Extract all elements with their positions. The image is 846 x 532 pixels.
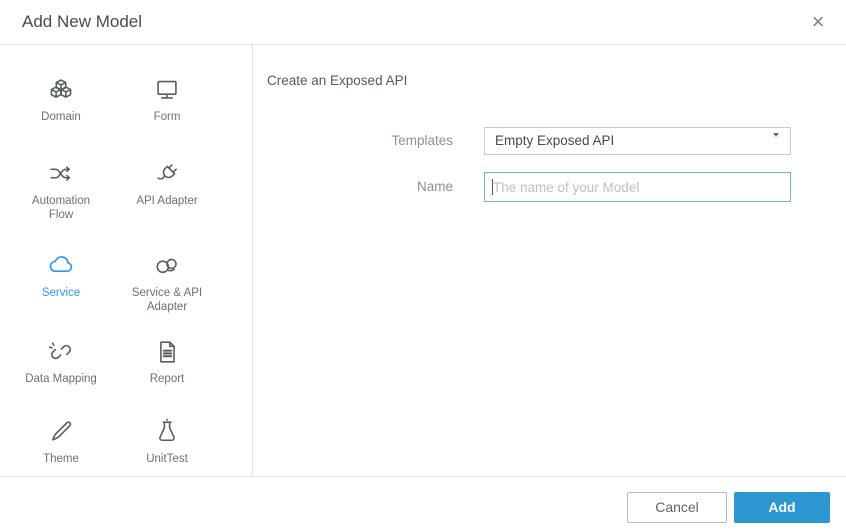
sidebar-item-api-adapter[interactable]: API Adapter [114, 159, 220, 251]
dialog-footer: Cancel Add [0, 476, 846, 532]
name-field-wrap [484, 172, 791, 202]
sidebar-item-form[interactable]: Form [114, 75, 220, 159]
broken-link-icon [46, 337, 76, 367]
sidebar-item-label: API Adapter [136, 195, 198, 207]
sidebar-item-automation-flow[interactable]: Automation Flow [8, 159, 114, 251]
sidebar-item-label: Domain [41, 111, 81, 123]
shuffle-icon [46, 159, 76, 189]
sidebar-item-label: Service [41, 287, 81, 299]
templates-selected-value: Empty Exposed API [495, 133, 615, 148]
templates-label: Templates [391, 133, 453, 148]
sidebar-item-label: Theme [43, 453, 79, 465]
cubes-icon [46, 75, 76, 105]
monitor-icon [152, 75, 182, 105]
sidebar-item-data-mapping[interactable]: Data Mapping [8, 337, 114, 417]
name-input[interactable] [484, 172, 791, 202]
sidebar-item-label: Service & API Adapter [131, 287, 203, 313]
sidebar-item-label: Form [153, 111, 181, 123]
flask-icon [152, 417, 182, 447]
sidebar-item-report[interactable]: Report [114, 337, 220, 417]
templates-select[interactable]: Empty Exposed API [484, 127, 791, 155]
model-type-sidebar: Domain Form Automation Flow API Adapter … [0, 45, 253, 476]
sidebar-item-label: Report [149, 373, 185, 385]
sidebar-item-service-api-adapter[interactable]: Service & API Adapter [114, 251, 220, 337]
sidebar-item-label: Automation Flow [31, 195, 91, 221]
dialog-title: Add New Model [22, 12, 143, 31]
name-label: Name [416, 179, 453, 194]
sidebar-item-service[interactable]: Service [8, 251, 114, 337]
report-document-icon [152, 337, 182, 367]
dialog-body: Create an Exposed API Templates Empty Ex… [254, 45, 846, 476]
sidebar-item-domain[interactable]: Domain [8, 75, 114, 159]
sidebar-item-label: UnitTest [146, 453, 188, 465]
cancel-button[interactable]: Cancel [627, 492, 727, 523]
model-type-grid: Domain Form Automation Flow API Adapter … [8, 45, 252, 497]
add-new-model-dialog: Add New Model × Domain Form Automation F… [0, 0, 846, 532]
sidebar-item-label: Data Mapping [25, 373, 97, 385]
cloud-loop-icon [152, 251, 182, 281]
close-icon[interactable]: × [804, 8, 832, 36]
text-caret [492, 179, 493, 195]
cloud-icon [46, 251, 76, 281]
section-heading: Create an Exposed API [267, 73, 408, 88]
dialog-header: Add New Model × [0, 0, 846, 45]
plug-icon [152, 159, 182, 189]
paintbrush-icon [46, 417, 76, 447]
chevron-down-icon [773, 133, 781, 155]
add-button[interactable]: Add [734, 492, 830, 523]
